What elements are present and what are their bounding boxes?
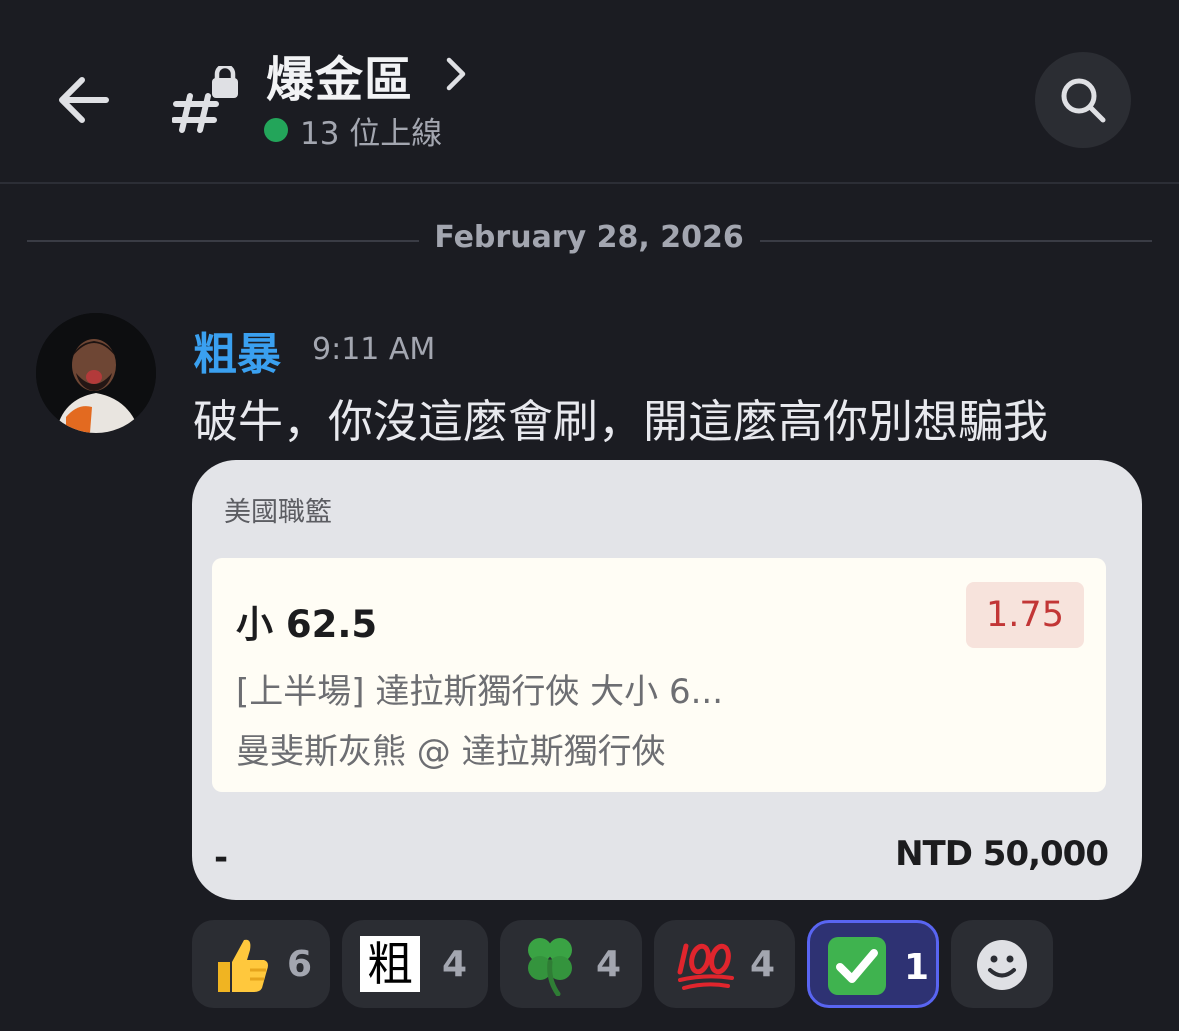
stake-amount: NTD 50,000 [895,834,1109,874]
reaction-count: 6 [287,944,313,985]
match-description: 曼斐斯灰熊 @ 達拉斯獨行俠 [236,732,666,772]
bet-selection: 小 62.5 1.75 [上半場] 達拉斯獨行俠 大小 6... 曼斐斯灰熊 @… [212,558,1106,792]
custom-emoji-粗: 粗 [360,936,420,992]
card-left-mark: - [214,838,229,878]
back-button[interactable] [52,68,116,132]
selection-title: 小 62.5 [236,603,378,646]
league-label: 美國職籃 [224,497,332,528]
bet-slip-image[interactable]: 美國職籃 小 62.5 1.75 [上半場] 達拉斯獨行俠 大小 6... 曼斐… [192,460,1142,900]
add-reaction-button[interactable] [951,920,1053,1008]
online-count: 13 位上線 [300,115,443,152]
message-timestamp: 9:11 AM [312,332,436,367]
reaction-check-mark-button[interactable]: 1 [807,920,939,1008]
search-icon [1061,78,1106,123]
reaction-hundred-points[interactable]: 4 [654,920,795,1008]
divider-line-left [27,240,419,242]
username[interactable]: 粗暴 [193,318,281,382]
divider-line-right [760,240,1152,242]
four-leaf-clover-icon [518,932,582,1000]
channel-name[interactable]: 爆金區 [266,40,413,110]
add-reaction-icon [976,939,1028,995]
chevron-right-icon[interactable] [442,56,470,92]
arrow-left-icon [59,77,109,123]
channel-header: 爆金區 13 位上線 [0,0,1179,184]
reaction-four-leaf-clover[interactable]: 4 [500,920,642,1008]
search-button[interactable] [1035,52,1131,148]
odds-badge: 1.75 [966,582,1084,648]
reaction-count: 1 [904,947,930,988]
reaction-count: 4 [442,944,468,985]
online-dot-icon [264,118,288,142]
reaction-thumbs-up[interactable]: 6 [192,920,330,1008]
thumbs-up-icon [210,934,272,1000]
reaction-count: 4 [596,944,622,985]
message-text: 破牛，你沒這麼會刷，開這麼高你別想騙我 [193,395,1049,448]
locked-channel-icon [171,63,242,134]
online-status: 13 位上線 [264,110,443,152]
avatar[interactable] [36,313,156,433]
hundred-points-icon [676,934,736,998]
reaction-count: 4 [750,944,776,985]
check-mark-button-icon [826,935,888,1001]
reaction-custom-粗[interactable]: 粗 4 [342,920,488,1008]
date-divider: February 28, 2026 [434,220,744,255]
market-description: [上半場] 達拉斯獨行俠 大小 6... [236,672,724,712]
